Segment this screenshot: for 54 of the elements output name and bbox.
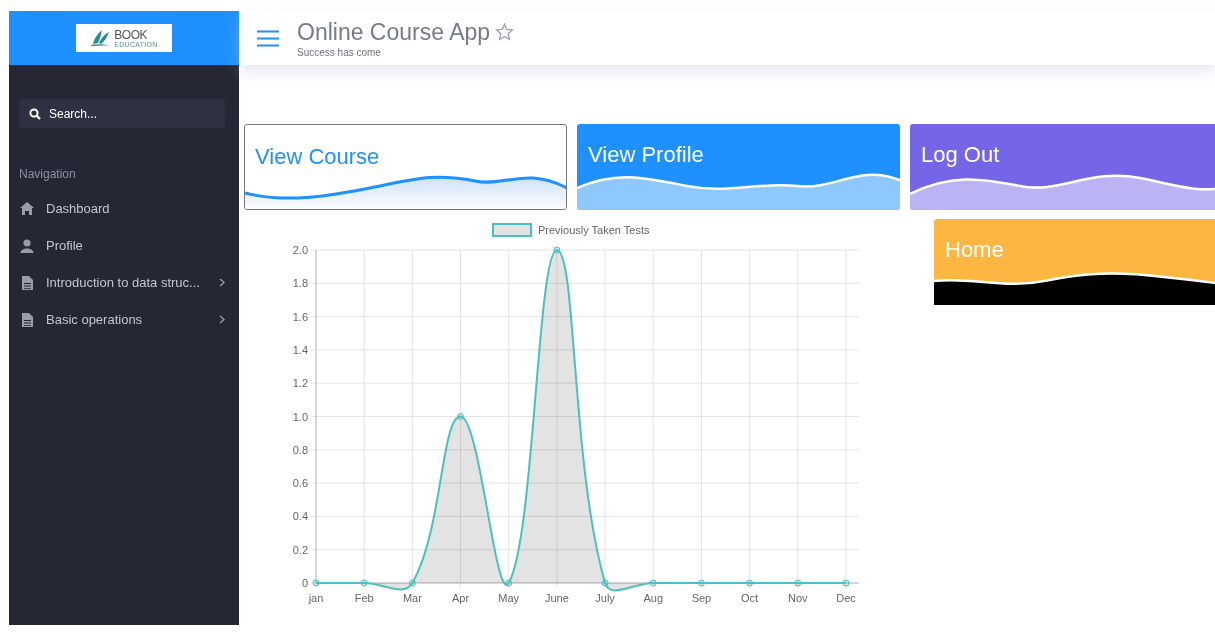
y-tick-label: 0	[301, 577, 308, 589]
y-tick-label: 1.8	[292, 277, 308, 290]
app-subtitle: Success has come	[297, 46, 382, 58]
sidebar-item[interactable]: Profile	[46, 238, 225, 253]
chart-point	[794, 579, 802, 587]
sidebar-item[interactable]: Dashboard	[46, 201, 225, 216]
x-tick-label: Dec	[836, 592, 856, 604]
x-tick-label: Oct	[741, 592, 759, 604]
document-icon	[19, 311, 35, 328]
sidebar-item[interactable]: Basic operations	[46, 312, 208, 327]
chart-point	[601, 579, 609, 587]
x-tick-label: Mar	[402, 592, 422, 604]
y-tick-label: 1.6	[292, 310, 308, 323]
star-icon[interactable]	[495, 23, 515, 41]
x-tick-label: Nov	[788, 592, 808, 604]
search-icon	[29, 108, 41, 120]
y-tick-label: 1.2	[292, 377, 308, 390]
chart-point	[360, 579, 368, 587]
chart-point	[457, 413, 465, 420]
search-field[interactable]: Search...	[19, 99, 225, 128]
x-tick-label: jan	[308, 592, 324, 604]
y-tick-label: 1.4	[292, 343, 308, 356]
y-tick-label: 1.0	[292, 410, 308, 423]
chart-point	[312, 579, 320, 587]
x-tick-label: Apr	[452, 592, 470, 604]
chart-point	[746, 579, 754, 587]
y-tick-label: 0.4	[292, 510, 308, 523]
legend-label: Previously Taken Tests	[538, 224, 650, 236]
x-tick-label: Sep	[691, 592, 712, 604]
x-tick-label: June	[545, 592, 569, 604]
x-tick-label: May	[498, 592, 520, 604]
nav-card[interactable]: Log Out	[910, 124, 1215, 210]
x-tick-label: Aug	[643, 592, 664, 604]
chart-point	[408, 579, 416, 587]
document-icon	[19, 274, 35, 291]
home-icon	[19, 200, 35, 217]
y-tick-label: 0.2	[292, 543, 308, 556]
menu-icon[interactable]	[257, 29, 279, 47]
y-tick-label: 0.8	[292, 443, 308, 456]
chart-point	[649, 579, 657, 587]
chart-point	[697, 579, 705, 587]
section-heading: Navigation	[19, 167, 77, 181]
chart-point	[505, 579, 513, 587]
y-tick-label: 0.6	[292, 477, 308, 490]
x-tick-label: Feb	[354, 592, 374, 604]
chart-point	[842, 579, 850, 587]
app-title: Online Course App	[297, 18, 491, 46]
chart-point	[553, 246, 561, 254]
chevron-icon[interactable]	[219, 315, 225, 324]
x-tick-label: July	[595, 592, 615, 604]
chevron-icon[interactable]	[219, 278, 225, 287]
person-icon	[19, 237, 35, 254]
sidebar-item[interactable]: Introduction to data struc...	[46, 275, 208, 290]
y-tick-label: 2.0	[292, 244, 308, 256]
